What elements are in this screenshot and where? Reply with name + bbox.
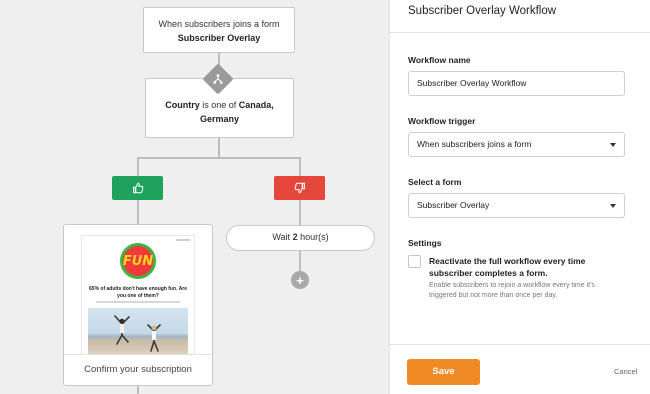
connector-line bbox=[137, 200, 139, 224]
trigger-node[interactable]: When subscribers joins a form Subscriber… bbox=[143, 7, 295, 53]
preview-header-text bbox=[176, 239, 190, 241]
condition-operator: is one of bbox=[199, 100, 239, 110]
beach-photo bbox=[88, 308, 188, 354]
panel-header: Subscriber Overlay Workflow bbox=[390, 0, 650, 33]
connector-line bbox=[218, 138, 220, 158]
reactivate-title: Reactivate the full workflow every time … bbox=[429, 256, 586, 278]
thumbs-down-icon bbox=[294, 182, 305, 194]
email-card-divider bbox=[64, 354, 212, 355]
fun-logo: FUN bbox=[120, 243, 156, 279]
trigger-node-text: When subscribers joins a form bbox=[158, 19, 280, 29]
fun-logo-text: FUN bbox=[122, 253, 154, 269]
reactivate-description: Enable subscribers to rejoin a workflow … bbox=[429, 282, 595, 299]
connector-line bbox=[299, 251, 301, 271]
condition-value-1: Canada, bbox=[238, 100, 274, 110]
add-step-button[interactable]: + bbox=[291, 271, 309, 289]
panel-title: Subscriber Overlay Workflow bbox=[408, 5, 557, 17]
connector-line bbox=[299, 157, 301, 176]
form-select-value: Subscriber Overlay bbox=[417, 200, 490, 210]
wait-node[interactable]: Wait 2 hour(s) bbox=[226, 225, 375, 251]
wait-prefix: Wait bbox=[272, 232, 293, 242]
workflow-name-label: Workflow name bbox=[408, 55, 471, 65]
cancel-link[interactable]: Cancel bbox=[614, 367, 637, 376]
connector-line bbox=[299, 200, 301, 225]
settings-label: Settings bbox=[408, 238, 442, 248]
email-headline: 65% of adults don't have enough fun. Are… bbox=[89, 286, 187, 299]
connector-line bbox=[137, 386, 139, 394]
trigger-node-form: Subscriber Overlay bbox=[177, 33, 261, 43]
thumbs-up-icon bbox=[132, 182, 143, 194]
workflow-trigger-value: When subscribers joins a form bbox=[417, 139, 532, 149]
no-branch-button[interactable] bbox=[274, 176, 325, 200]
email-node[interactable]: FUN 65% of adults don't have enough fun.… bbox=[63, 224, 213, 386]
yes-branch-button[interactable] bbox=[112, 176, 163, 200]
connector-line bbox=[137, 157, 139, 176]
save-button[interactable]: Save bbox=[407, 359, 480, 385]
workflow-canvas: When subscribers joins a form Subscriber… bbox=[0, 0, 389, 394]
condition-value-2: Germany bbox=[199, 114, 240, 124]
email-preview-thumbnail: FUN 65% of adults don't have enough fun.… bbox=[82, 236, 194, 354]
panel-scrollbar[interactable] bbox=[644, 33, 650, 343]
workflow-trigger-select[interactable]: When subscribers joins a form bbox=[408, 132, 625, 157]
email-node-caption: Confirm your subscription bbox=[84, 364, 192, 375]
connector-line bbox=[137, 157, 300, 159]
split-icon bbox=[207, 68, 229, 90]
wait-unit: hour(s) bbox=[297, 232, 329, 242]
workflow-trigger-label: Workflow trigger bbox=[408, 116, 476, 126]
plus-icon: + bbox=[296, 272, 304, 288]
condition-field: Country bbox=[165, 100, 200, 110]
form-select[interactable]: Subscriber Overlay bbox=[408, 193, 625, 218]
chevron-down-icon bbox=[610, 204, 616, 208]
select-form-label: Select a form bbox=[408, 177, 462, 187]
workflow-name-input[interactable]: Subscriber Overlay Workflow bbox=[408, 71, 625, 96]
reactivate-checkbox[interactable] bbox=[408, 255, 421, 268]
email-subtext bbox=[96, 301, 180, 303]
chevron-down-icon bbox=[610, 143, 616, 147]
workflow-settings-panel: Subscriber Overlay Workflow Workflow nam… bbox=[389, 0, 650, 394]
panel-footer: Save Cancel bbox=[390, 344, 650, 394]
